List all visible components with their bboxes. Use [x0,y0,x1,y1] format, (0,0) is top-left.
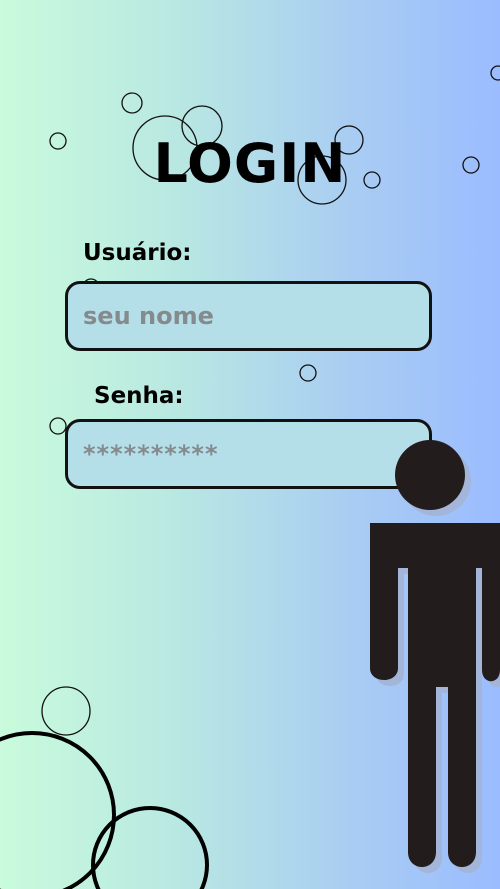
person-icon [370,440,500,873]
bubble [41,686,91,736]
bubble [121,92,143,114]
page-title: LOGIN [153,132,347,195]
username-label: Usuário: [83,240,192,266]
bubble [490,65,500,81]
username-input[interactable] [65,281,432,351]
large-ring [0,731,116,889]
bubble [49,417,67,435]
large-ring [91,806,209,889]
login-screen: LOGIN Usuário: Senha: [0,0,500,889]
bubble [299,364,317,382]
password-label: Senha: [94,383,184,409]
